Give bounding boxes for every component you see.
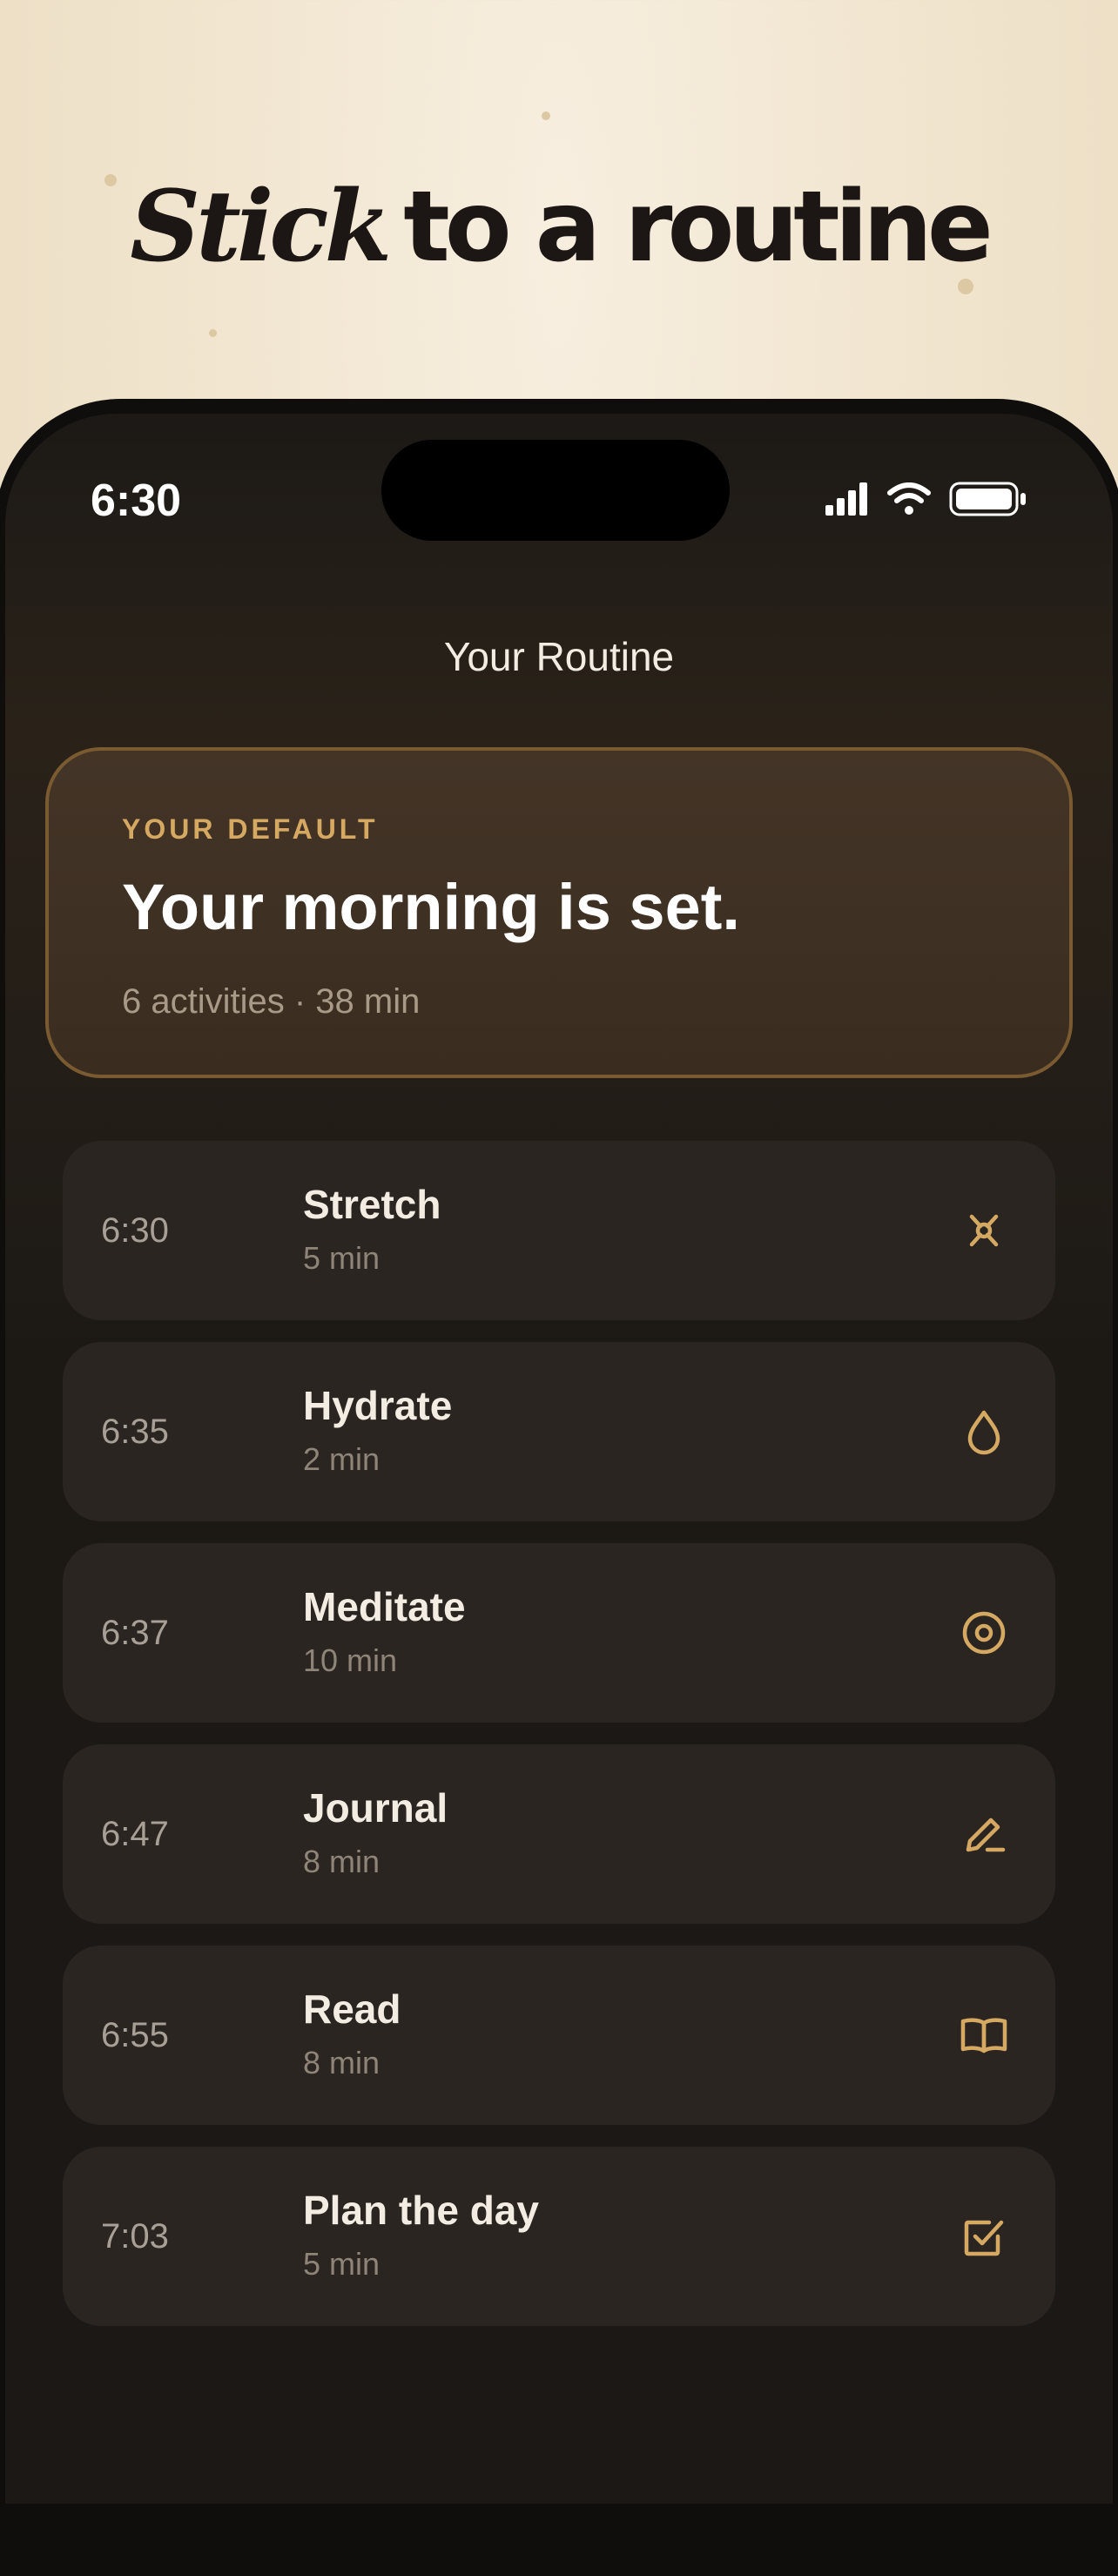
target-circle-icon [958, 1607, 1010, 1659]
default-card-kicker: YOUR DEFAULT [122, 813, 379, 845]
water-drop-icon [958, 1406, 1010, 1458]
activity-row[interactable]: 6:30 Stretch 5 min [63, 1141, 1055, 1320]
default-card-summary: 6 activities · 38 min [122, 982, 421, 1021]
activity-list: 6:30 Stretch 5 min 6:35 Hydrate 2 min 6:… [63, 1141, 1055, 2348]
dynamic-island [381, 440, 730, 541]
activity-row[interactable]: 6:35 Hydrate 2 min [63, 1342, 1055, 1521]
activity-duration: 5 min [303, 1240, 381, 1276]
activity-duration: 8 min [303, 1844, 381, 1879]
default-card-title: Your morning is set. [122, 871, 740, 943]
activity-name: Hydrate [303, 1383, 453, 1428]
activity-duration: 8 min [303, 2045, 381, 2080]
activity-row[interactable]: 6:37 Meditate 10 min [63, 1543, 1055, 1723]
decorative-dot [209, 329, 217, 337]
activity-time: 6:30 [101, 1211, 169, 1250]
activity-time: 7:03 [101, 2217, 169, 2256]
activity-row[interactable]: 6:47 Journal 8 min [63, 1744, 1055, 1924]
wifi-icon [887, 482, 931, 515]
page-title: Your Routine [443, 634, 675, 679]
battery-icon [949, 482, 1026, 516]
status-time: 6:30 [91, 475, 182, 526]
pencil-icon [958, 1808, 1010, 1860]
activity-row[interactable]: 7:03 Plan the day 5 min [63, 2147, 1055, 2326]
activity-name: Stretch [303, 1182, 441, 1227]
activity-duration: 2 min [303, 1441, 381, 1477]
activity-time: 6:55 [101, 2016, 169, 2054]
cellular-signal-icon [825, 482, 867, 516]
activity-duration: 5 min [303, 2246, 381, 2282]
open-book-icon [958, 2009, 1010, 2061]
stretch-icon [958, 1204, 1010, 1257]
activity-name: Read [303, 1986, 401, 2032]
phone-screen: 6:30 Your Routine YOUR DEFAULT Your morn… [5, 414, 1113, 2504]
activity-time: 6:47 [101, 1815, 169, 1853]
decorative-dot [542, 111, 550, 120]
activity-duration: 10 min [303, 1642, 398, 1678]
headline-emphasis: Stick [130, 170, 392, 284]
activity-time: 6:37 [101, 1614, 169, 1652]
checkbox-icon [958, 2210, 1010, 2262]
activity-time: 6:35 [101, 1413, 169, 1451]
default-routine-card[interactable]: YOUR DEFAULT Your morning is set. 6 acti… [45, 747, 1073, 1078]
activity-name: Plan the day [303, 2188, 539, 2233]
activity-name: Journal [303, 1785, 448, 1831]
activity-name: Meditate [303, 1584, 466, 1629]
headline-rest: to a routine [403, 171, 993, 284]
activity-row[interactable]: 6:55 Read 8 min [63, 1945, 1055, 2125]
promo-headline: Stick to a routine [0, 170, 1118, 284]
status-icons [825, 482, 1027, 516]
